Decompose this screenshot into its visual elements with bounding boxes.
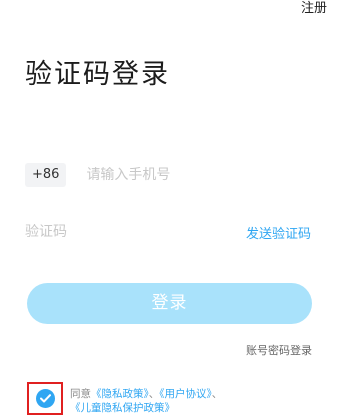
agreement-checkbox[interactable] — [27, 382, 63, 415]
country-code-selector[interactable]: +86 — [25, 163, 67, 187]
page-title: 验证码登录 — [25, 59, 170, 90]
agreement-separator: 、 — [148, 388, 160, 400]
password-login-link[interactable]: 账号密码登录 — [246, 343, 312, 359]
register-link[interactable]: 注册 — [301, 0, 327, 18]
login-button[interactable]: 登录 — [27, 283, 312, 324]
privacy-policy-link[interactable]: 《隐私政策》 — [91, 388, 149, 400]
children-privacy-policy-link[interactable]: 《儿童隐私保护政策》 — [70, 402, 175, 414]
send-code-button[interactable]: 发送验证码 — [246, 223, 311, 242]
phone-number-input[interactable] — [86, 167, 315, 183]
agreement-text: 同意《隐私政策》、《用户协议》、《儿童隐私保护政策》 — [70, 387, 318, 415]
user-agreement-link[interactable]: 《用户协议》 — [159, 388, 212, 400]
check-icon — [35, 389, 55, 408]
agreement-prefix: 同意 — [70, 388, 91, 400]
phone-field-row: +86 — [25, 161, 315, 189]
verification-code-row: 发送验证码 — [25, 219, 311, 245]
verification-code-input[interactable] — [25, 224, 246, 240]
agreement-separator: 、 — [211, 388, 223, 400]
